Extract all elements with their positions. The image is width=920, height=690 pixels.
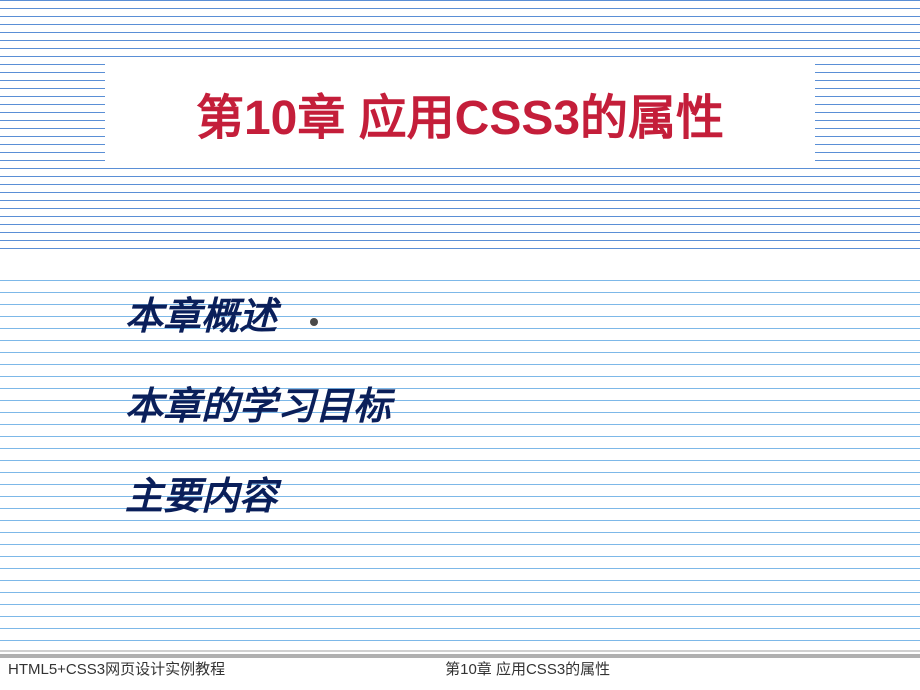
footer-chapter-name: 第10章 应用CSS3的属性 — [445, 658, 610, 679]
footer-course-name: HTML5+CSS3网页设计实例教程 — [8, 658, 225, 679]
footer: HTML5+CSS3网页设计实例教程 第10章 应用CSS3的属性 — [0, 654, 920, 682]
content-item-main: 主要内容 — [125, 465, 277, 520]
slide-container: 第10章 应用CSS3的属性 本章概述 本章的学习目标 主要内容 HTML5+C… — [0, 0, 920, 690]
slide-title: 第10章 应用CSS3的属性 — [196, 78, 724, 148]
content-item-objectives: 本章的学习目标 — [125, 375, 391, 430]
dot-marker — [310, 318, 318, 326]
title-box: 第10章 应用CSS3的属性 — [105, 60, 815, 165]
content-item-overview: 本章概述 — [125, 285, 277, 340]
footer-divider-top — [0, 650, 920, 652]
